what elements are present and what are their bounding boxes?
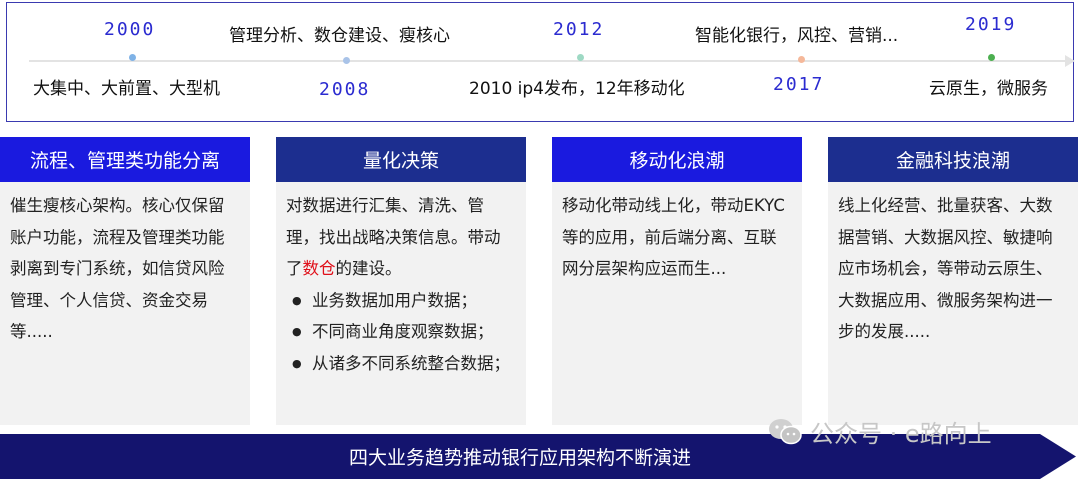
timeline-dot-2019 <box>988 54 995 61</box>
timeline-milestone-2008: 管理分析、数仓建设、瘦核心 <box>229 26 450 46</box>
trend-card-title: 量化决策 <box>276 137 526 182</box>
timeline-milestone-2012: 2010 ip4发布，12年移动化 <box>469 79 685 99</box>
watermark-text: 公众号 · e路向上 <box>810 420 992 448</box>
timeline-panel <box>6 2 1075 122</box>
trend-card-text: 移动化带动线上化，带动EKYC等的应用，前后端分离、互联网分层架构应运而生... <box>562 196 785 278</box>
timeline-year-2012: 2012 <box>553 19 605 40</box>
trend-card-title: 移动化浪潮 <box>552 137 802 182</box>
timeline-milestone-2019: 云原生，微服务 <box>929 79 1048 99</box>
timeline-dot-2012 <box>577 54 584 61</box>
watermark: 公众号 · e路向上 <box>768 414 992 449</box>
trend-card-mobile-wave: 移动化浪潮 移动化带动线上化，带动EKYC等的应用，前后端分离、互联网分层架构应… <box>552 137 802 425</box>
timeline-year-2017: 2017 <box>773 74 825 95</box>
timeline-dot-2008 <box>343 57 350 64</box>
bullet-item: 从诸多不同系统整合数据； <box>286 348 514 380</box>
bullet-list: 业务数据加用户数据； 不同商业角度观察数据； 从诸多不同系统整合数据； <box>286 285 514 380</box>
timeline-milestone-2017: 智能化银行，风控、营销... <box>695 26 899 46</box>
trend-card-title: 金融科技浪潮 <box>828 137 1078 182</box>
trend-card-text: 催生瘦核心架构。核心仅保留账户功能，流程及管理类功能剥离到专门系统，如信贷风险管… <box>10 196 225 341</box>
timeline-year-2000: 2000 <box>104 19 156 40</box>
trend-card-title: 流程、管理类功能分离 <box>0 137 250 182</box>
trend-card-quant-decision: 量化决策 对数据进行汇集、清洗、管理，找出战略决策信息。带动了数仓的建设。 业务… <box>276 137 526 425</box>
timeline-axis <box>29 55 1075 67</box>
wechat-icon <box>769 418 802 444</box>
trend-card-text: 线上化经营、批量获客、大数据营销、大数据风控、敏捷响应市场机会，等带动云原生、大… <box>838 196 1053 341</box>
timeline-dot-2017 <box>798 56 805 63</box>
timeline-year-2008: 2008 <box>319 79 371 100</box>
timeline-dot-2000 <box>129 54 136 61</box>
trend-card-fintech-wave: 金融科技浪潮 线上化经营、批量获客、大数据营销、大数据风控、敏捷响应市场机会，等… <box>828 137 1078 425</box>
timeline-milestone-2000: 大集中、大前置、大型机 <box>33 79 220 99</box>
timeline-year-2019: 2019 <box>965 14 1017 35</box>
trend-card-text: 对数据进行汇集、清洗、管理，找出战略决策信息。带动了数仓的建设。 业务数据加用户… <box>276 182 526 379</box>
highlight-data-warehouse: 数仓 <box>302 259 336 278</box>
trend-card-process-separation: 流程、管理类功能分离 催生瘦核心架构。核心仅保留账户功能，流程及管理类功能剥离到… <box>0 137 250 425</box>
bullet-item: 不同商业角度观察数据； <box>286 316 514 348</box>
bullet-item: 业务数据加用户数据； <box>286 285 514 317</box>
trend-card-text-after: 的建设。 <box>335 259 402 278</box>
